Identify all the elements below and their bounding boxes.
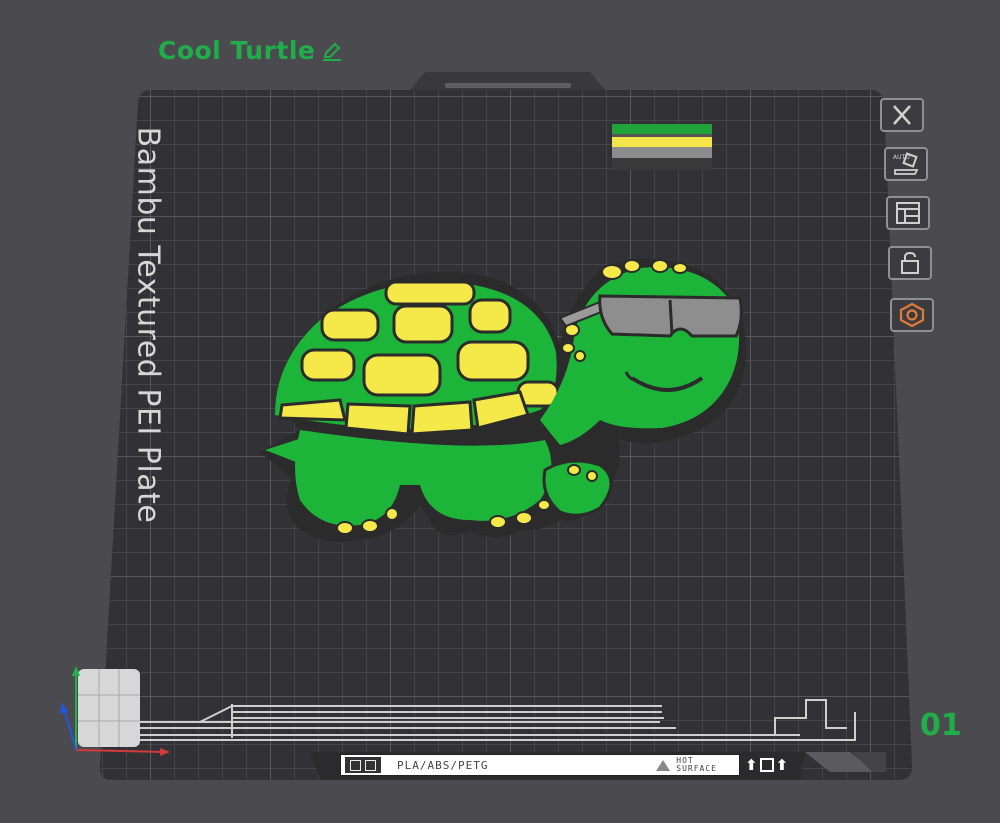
lock-icon <box>901 251 919 274</box>
lock-plate-button[interactable] <box>888 246 932 280</box>
3d-viewport[interactable]: Cool Turtle Bambu Textured PEI Plate 01 … <box>0 0 1000 823</box>
plate-type-label: Bambu Textured PEI Plate <box>130 126 166 524</box>
arrange-icon <box>896 202 920 224</box>
auto-orient-icon: AUTO <box>893 152 919 175</box>
auto-text: AUTO <box>893 154 910 161</box>
hot-surface-warning: HOT SURFACE <box>656 757 717 773</box>
plate-settings-button[interactable] <box>890 298 934 332</box>
plate-name-text: Cool Turtle <box>158 36 316 65</box>
square-icon <box>759 758 774 772</box>
close-icon <box>893 105 911 125</box>
filament-color-swatch <box>612 124 712 170</box>
bambu-logo-icon <box>345 757 381 773</box>
edit-icon[interactable] <box>321 40 343 62</box>
plate-info-strip: PLA/ABS/PETG HOT SURFACE <box>340 754 740 776</box>
arrow-up-icon: ⬆ <box>745 756 758 774</box>
plate-name[interactable]: Cool Turtle <box>158 36 343 65</box>
settings-nut-icon <box>899 302 925 328</box>
auto-orient-button[interactable]: AUTO <box>884 147 928 181</box>
arrange-button[interactable] <box>886 196 930 230</box>
origin-block <box>78 669 140 747</box>
plate-orientation-marks: ⬆ ⬆ <box>745 755 797 775</box>
warning-triangle-icon <box>656 759 671 771</box>
plate-number: 01 <box>920 708 962 743</box>
close-plate-button[interactable] <box>880 98 924 132</box>
arrow-up-icon: ⬆ <box>775 756 789 774</box>
material-compatibility: PLA/ABS/PETG <box>397 758 489 772</box>
surface-text: SURFACE <box>676 764 717 773</box>
